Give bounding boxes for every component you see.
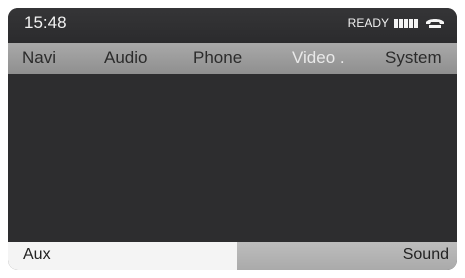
menu-item-system[interactable]: System [385,48,442,68]
menu-item-navi[interactable]: Navi [22,48,56,68]
ready-status: READY [347,16,389,30]
phone-handset-icon [426,18,444,28]
main-menu-bar: Navi Audio Phone Video . System [8,43,457,74]
content-area [8,74,457,242]
menu-item-audio[interactable]: Audio [104,48,147,68]
aux-label: Aux [23,246,51,263]
signal-strength-icon [394,18,418,28]
aux-button[interactable]: Aux [8,242,237,270]
head-unit-screen: 15:48 READY Navi Audio Phone Video . Sys… [8,8,457,270]
clock: 15:48 [24,13,67,32]
menu-item-phone[interactable]: Phone [193,48,242,68]
sound-label: Sound [402,246,449,263]
sound-button[interactable]: Sound [237,242,457,270]
menu-item-video[interactable]: Video . [292,48,345,68]
status-indicators: READY [348,16,445,30]
status-bar: 15:48 READY [8,8,457,43]
